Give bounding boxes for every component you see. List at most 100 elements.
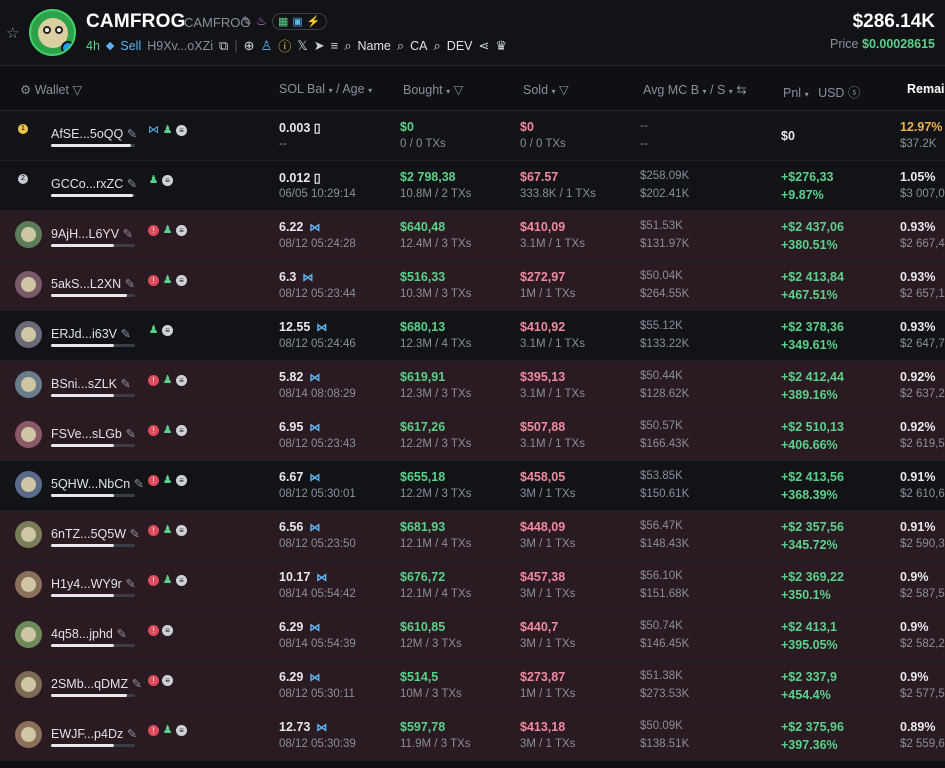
swap-icon[interactable]: ⇆: [736, 83, 746, 97]
edit-icon[interactable]: ✎: [125, 427, 135, 441]
copy-icon[interactable]: ⧉: [219, 38, 228, 54]
menu-circle-icon[interactable]: ≡: [331, 38, 339, 53]
table-row[interactable]: BSni...sZLK ✎ ! ♟ ≡ 5.82 ⋈ 08/14 08:08:29 $…: [0, 361, 945, 411]
search-dev-label[interactable]: DEV: [447, 39, 473, 53]
avatar-face: [21, 477, 36, 492]
edit-icon[interactable]: ✎: [127, 727, 137, 741]
bought-tx: 12M / 3 TXs: [400, 638, 462, 650]
wallet-avatar[interactable]: [15, 271, 42, 298]
table-row[interactable]: 5QHW...NbCn ✎ ! ♟ ≡ 6.67 ⋈ 08/12 05:30:01 $…: [0, 461, 945, 511]
table-row[interactable]: 2SMb...qDMZ ✎ ! ≡ 6.29 ⋈ 08/12 05:30:11 $5…: [0, 661, 945, 711]
currency-toggle-icon[interactable]: ⓢ: [848, 86, 861, 100]
edit-icon[interactable]: ✎: [125, 277, 135, 291]
search-name-icon[interactable]: ⌕: [344, 38, 351, 54]
table-row[interactable]: 2 GCCo...rxZC ✎ ♟ ≡ 0.012 ▯ 06/05 10:29:1…: [0, 161, 945, 211]
wallet-address[interactable]: ERJd...i63V ✎: [51, 326, 131, 341]
wallet-address[interactable]: H1y4...WY9r ✎: [51, 576, 136, 591]
wallet-header[interactable]: ⚙ Wallet ▽: [20, 82, 82, 97]
sell-label[interactable]: Sell: [120, 39, 141, 53]
wallet-avatar[interactable]: [15, 321, 42, 348]
search-ca-icon[interactable]: ⌕: [397, 38, 404, 54]
edit-icon[interactable]: ✎: [242, 14, 252, 28]
wallet-address[interactable]: 6nTZ...5Q5W ✎: [51, 526, 140, 541]
wallet-address[interactable]: 5QHW...NbCn ✎: [51, 476, 144, 491]
pnl-header[interactable]: Pnl ▾ USD ⓢ: [783, 82, 860, 101]
wallet-avatar[interactable]: [15, 221, 42, 248]
remaining-header[interactable]: Remain: [907, 82, 945, 96]
wallet-address[interactable]: 4q58...jphd ✎: [51, 626, 127, 641]
edit-icon[interactable]: ✎: [121, 327, 131, 341]
pnl-percent: +350.1%: [781, 588, 831, 602]
table-row[interactable]: 1 AfSE...5oQQ ✎ ⋈ ♟ ≡ 0.003 ▯ -- $0 0 / 0 …: [0, 111, 945, 161]
edit-icon[interactable]: ✎: [125, 577, 135, 591]
token-avatar[interactable]: [29, 9, 76, 56]
usd-label[interactable]: USD: [818, 86, 844, 100]
wallet-address[interactable]: 5akS...L2XN ✎: [51, 276, 135, 291]
wallet-avatar[interactable]: [15, 421, 42, 448]
wallet-avatar[interactable]: [15, 621, 42, 648]
table-row[interactable]: ERJd...i63V ✎ ♟ ≡ 12.55 ⋈ 08/12 05:24:46 $…: [0, 311, 945, 361]
table-row[interactable]: 6nTZ...5Q5W ✎ ! ♟ ≡ 6.56 ⋈ 08/12 05:23:50 $…: [0, 511, 945, 561]
table-row[interactable]: 5akS...L2XN ✎ ! ♟ ≡ 6.3 ⋈ 08/12 05:23:44 $5…: [0, 261, 945, 311]
search-dev-icon[interactable]: ⌕: [434, 38, 441, 54]
remaining-value: $2 559,6: [900, 738, 945, 750]
wallet-avatar[interactable]: [15, 571, 42, 598]
wallet-address[interactable]: 9AjH...L6YV ✎: [51, 226, 133, 241]
sold-value: $273,87: [520, 670, 566, 684]
table-row[interactable]: FSVe...sLGb ✎ ! ♟ ≡ 6.95 ⋈ 08/12 05:23:43 $…: [0, 411, 945, 461]
edit-icon[interactable]: ✎: [127, 177, 137, 191]
wallet-avatar[interactable]: [15, 371, 42, 398]
pnl-value: +$2 337,9: [781, 670, 837, 684]
sold-value: $507,88: [520, 420, 566, 434]
wallet-avatar[interactable]: [15, 671, 42, 698]
avg-mc-header[interactable]: Avg MC B ▾ / S ▾ ⇆: [643, 82, 747, 97]
search-name-label[interactable]: Name: [358, 39, 391, 53]
wallet-avatar[interactable]: [15, 721, 42, 748]
alert-icon: !: [148, 275, 159, 286]
favorite-star-icon[interactable]: ☆: [6, 24, 19, 42]
edit-icon[interactable]: ✎: [123, 227, 133, 241]
telegram-icon[interactable]: ➤: [314, 38, 325, 54]
edit-icon[interactable]: ✎: [127, 127, 137, 141]
wallet-address[interactable]: GCCo...rxZC ✎: [51, 176, 137, 191]
table-row[interactable]: EWJF...p4Dz ✎ ! ♟ ≡ 12.73 ⋈ 08/12 05:30:39 …: [0, 711, 945, 761]
edit-icon[interactable]: ✎: [134, 477, 144, 491]
table-row[interactable]: H1y4...WY9r ✎ ! ♟ ≡ 10.17 ⋈ 08/14 05:54:42 …: [0, 561, 945, 611]
wallet-address[interactable]: AfSE...5oQQ ✎: [51, 126, 137, 141]
token-symbol: CAMFROG: [184, 15, 251, 30]
crown-icon[interactable]: ♛: [495, 38, 507, 54]
settings-gear-icon[interactable]: ⚙: [20, 83, 31, 97]
avg-sell-mc: $146.45K: [640, 638, 690, 650]
sol-bal-header[interactable]: SOL Bal ▾ / Age ▾: [279, 82, 372, 96]
user-icon[interactable]: ♙: [261, 38, 273, 54]
avg-s-label: S: [716, 83, 726, 97]
alert-icon: !: [148, 475, 159, 486]
edit-icon[interactable]: ✎: [130, 527, 140, 541]
table-row[interactable]: 9AjH...L6YV ✎ ! ♟ ≡ 6.22 ⋈ 08/12 05:24:28 $…: [0, 211, 945, 261]
separator: |: [234, 38, 238, 53]
twitter-icon[interactable]: 𝕏: [297, 38, 307, 54]
wallet-label: FSVe...sLGb: [51, 427, 122, 441]
bought-header[interactable]: Bought ▾ ▽: [403, 82, 463, 97]
wallet-avatar[interactable]: [15, 521, 42, 548]
wallet-address[interactable]: EWJF...p4Dz ✎: [51, 726, 137, 741]
wallet-address[interactable]: FSVe...sLGb ✎: [51, 426, 136, 441]
edit-icon[interactable]: ✎: [116, 627, 126, 641]
wallet-address[interactable]: BSni...sZLK ✎: [51, 376, 131, 391]
filter-icon[interactable]: ▽: [454, 83, 464, 97]
search-ca-label[interactable]: CA: [410, 39, 427, 53]
globe-icon[interactable]: ⊕: [244, 38, 255, 54]
edit-icon[interactable]: ✎: [132, 677, 142, 691]
fish-icon: ⋈: [309, 422, 321, 434]
edit-icon[interactable]: ✎: [120, 377, 130, 391]
wallet-avatar[interactable]: [15, 471, 42, 498]
holding-bar-fill: [51, 544, 114, 547]
warning-icon[interactable]: ⓘ: [278, 36, 291, 55]
wallet-address[interactable]: 2SMb...qDMZ ✎: [51, 676, 142, 691]
table-row[interactable]: 4q58...jphd ✎ ! ≡ 6.29 ⋈ 08/14 05:54:39 $6…: [0, 611, 945, 661]
share-icon[interactable]: ⋖: [479, 38, 490, 54]
token-address[interactable]: H9Xv...oXZi: [147, 39, 213, 53]
sold-header[interactable]: Sold ▾ ▽: [523, 82, 569, 97]
filter-icon[interactable]: ▽: [72, 83, 82, 97]
filter-icon[interactable]: ▽: [559, 83, 569, 97]
